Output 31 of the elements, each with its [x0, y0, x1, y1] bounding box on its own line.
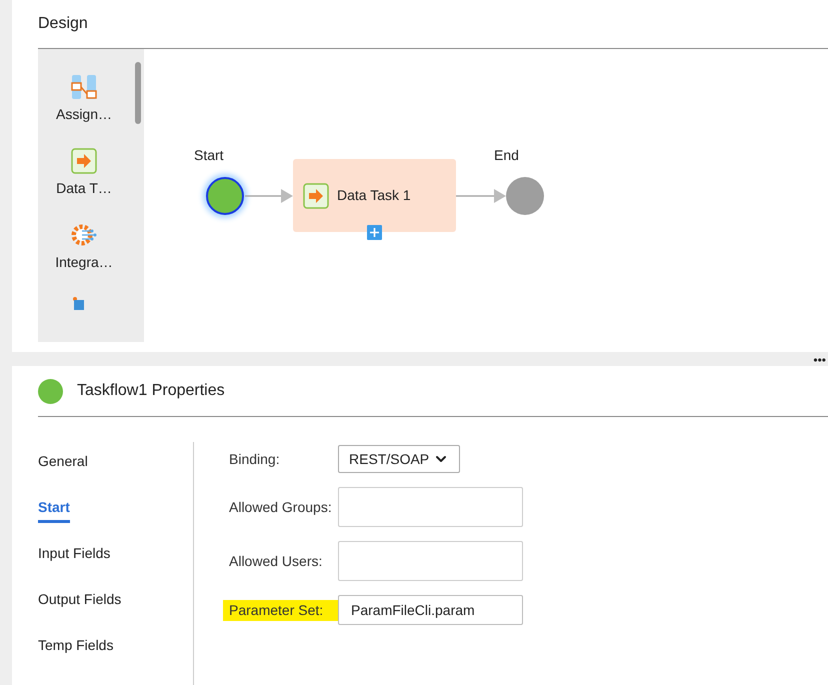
section-title: Design	[38, 14, 89, 34]
task-node[interactable]: Data Task 1	[293, 159, 456, 232]
field-label: Binding:	[228, 450, 281, 469]
field-label: Allowed Groups:	[228, 498, 333, 517]
field-label: Parameter Set:	[223, 600, 338, 620]
scrollbar-thumb[interactable]	[135, 62, 141, 124]
mapping-icon	[71, 74, 97, 100]
nav-tab[interactable]: General	[38, 451, 88, 477]
end-node[interactable]	[506, 177, 544, 215]
connector-arrow	[245, 188, 293, 204]
nav-tab[interactable]: Start	[38, 497, 70, 523]
connector-arrow	[456, 188, 506, 204]
node-label: End	[494, 146, 519, 165]
palette-item[interactable]: Integra…	[55, 222, 113, 273]
add-icon[interactable]	[367, 225, 382, 240]
input-field[interactable]	[338, 541, 523, 581]
nav-tab[interactable]: Input Fields	[38, 543, 110, 569]
field-label: Allowed Users:	[228, 552, 324, 570]
node-label: Start	[194, 146, 224, 165]
nav-tab[interactable]: Temp Fields	[38, 635, 114, 661]
input-field[interactable]	[338, 487, 523, 527]
flag-icon	[73, 296, 85, 310]
nav-tab[interactable]: Output Fields	[38, 589, 122, 615]
palette-item[interactable]: Data T…	[56, 148, 112, 199]
gear-icon	[71, 222, 97, 248]
input-field[interactable]: ParamFileCli.param	[338, 595, 523, 625]
palette-item[interactable]: Assign…	[56, 74, 112, 125]
binding-select[interactable]: REST/SOAP	[338, 445, 460, 473]
start-node[interactable]	[206, 177, 244, 215]
more-menu[interactable]: •••	[813, 354, 828, 366]
panel-title: Taskflow1 Properties	[77, 381, 225, 401]
